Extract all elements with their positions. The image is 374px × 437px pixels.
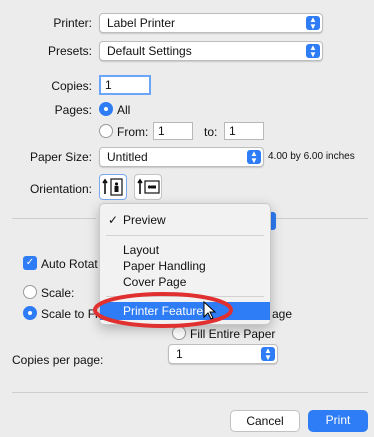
pages-from-radio[interactable]	[99, 124, 113, 138]
printer-label: Printer:	[53, 16, 92, 30]
printer-value: Label Printer	[107, 16, 176, 30]
scale-to-fit-radio[interactable]	[23, 306, 37, 320]
orientation-portrait-button[interactable]	[99, 174, 127, 200]
paper-size-popup[interactable]: Untitled ▲ ▼	[99, 147, 264, 167]
scale-radio[interactable]	[23, 285, 37, 299]
chevron-updown-icon: ▲ ▼	[247, 150, 261, 165]
presets-popup[interactable]: Default Settings ▲ ▼	[99, 41, 323, 61]
pages-to-field[interactable]: 1	[224, 122, 264, 140]
pages-all-label: All	[117, 103, 131, 117]
auto-rotate-checkbox[interactable]: ✓	[23, 256, 37, 270]
pages-label: Pages:	[54, 103, 92, 117]
copies-per-page-popup[interactable]: 1 ▲ ▼	[168, 344, 278, 364]
pages-from-field[interactable]: 1	[153, 122, 193, 140]
menu-item-label: Preview	[123, 213, 166, 227]
presets-label: Presets:	[47, 44, 92, 58]
checkmark-icon: ✓	[108, 213, 119, 227]
print-entire-image-label-fragment: age	[272, 307, 293, 321]
auto-rotate-label: Auto Rotat	[41, 257, 98, 271]
orientation-label: Orientation:	[29, 182, 92, 196]
portrait-icon	[102, 178, 123, 196]
paper-size-label: Paper Size:	[29, 150, 92, 164]
menu-item-preview[interactable]: ✓ Preview	[100, 212, 270, 228]
separator	[12, 392, 368, 393]
print-dialog: Printer: Label Printer ▲ ▼ Presets: Defau…	[6, 0, 374, 437]
copies-per-page-value: 1	[176, 347, 183, 361]
printer-popup[interactable]: Label Printer ▲ ▼	[99, 13, 323, 33]
chevron-updown-icon: ▲ ▼	[306, 16, 320, 31]
menu-item-label: Layout	[123, 243, 160, 257]
paper-size-value: Untitled	[107, 150, 148, 164]
menu-item-label: Paper Handling	[123, 259, 206, 273]
mouse-cursor-icon	[203, 301, 217, 320]
presets-value: Default Settings	[107, 44, 192, 58]
pages-from-label: From:	[117, 125, 149, 139]
menu-item-paper-handling[interactable]: Paper Handling	[100, 258, 270, 274]
orientation-landscape-button[interactable]	[134, 174, 162, 200]
separator	[274, 218, 368, 219]
pages-to-label: to:	[204, 125, 218, 139]
cancel-button[interactable]: Cancel	[230, 410, 300, 432]
scale-label: Scale:	[41, 286, 75, 300]
chevron-updown-icon: ▲ ▼	[261, 347, 275, 362]
print-button[interactable]: Print	[308, 410, 368, 432]
menu-separator	[106, 235, 264, 236]
chevron-updown-icon: ▲ ▼	[306, 44, 320, 59]
paper-size-dimensions: 4.00 by 6.00 inches	[268, 151, 355, 162]
menu-item-layout[interactable]: Layout	[100, 242, 270, 258]
landscape-icon	[137, 178, 160, 194]
separator	[12, 218, 96, 219]
copies-per-page-label: Copies per page:	[12, 353, 104, 367]
pages-all-radio[interactable]	[99, 102, 113, 116]
copies-label: Copies:	[51, 79, 92, 93]
copies-field[interactable]: 1	[99, 75, 151, 95]
